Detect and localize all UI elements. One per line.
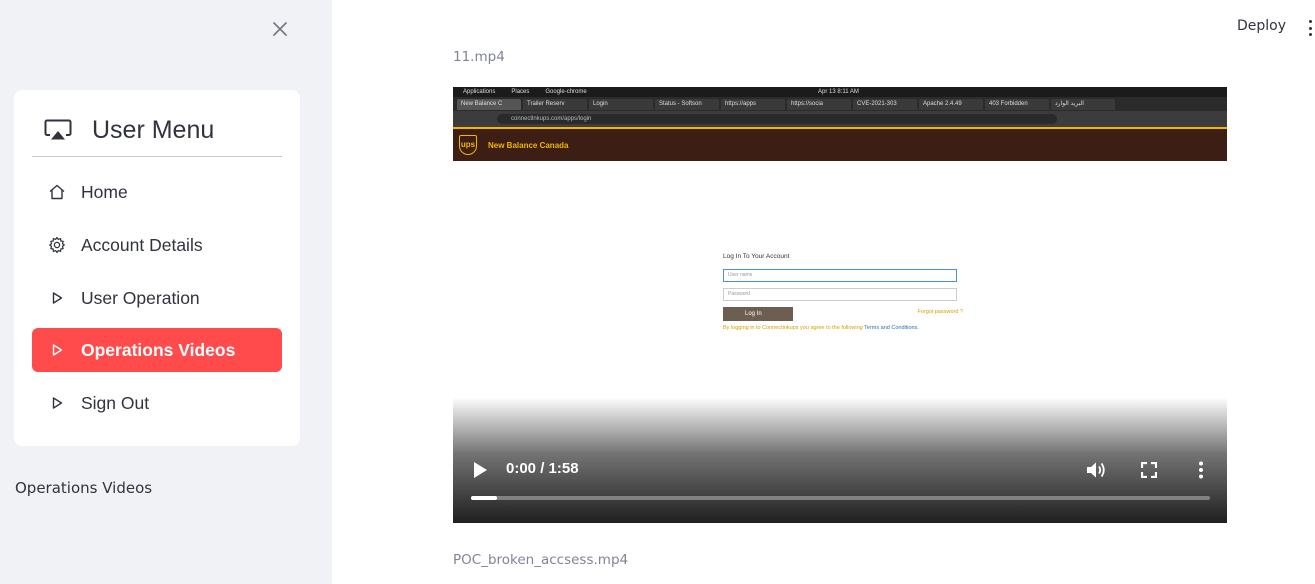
video-player[interactable]: Applications Places Google-chrome Apr 13… <box>453 87 1227 523</box>
ups-logo: ups <box>459 135 477 155</box>
os-app: Google-chrome <box>545 89 587 95</box>
video-login-button: Log In <box>723 307 793 321</box>
play-outline-icon <box>48 289 66 307</box>
play-outline-icon <box>48 394 66 412</box>
fullscreen-icon[interactable] <box>1137 458 1161 482</box>
sidebar-item-sign-out[interactable]: Sign Out <box>32 381 282 425</box>
video-forgot-link: Forgot password ? <box>917 309 963 315</box>
os-applications: Applications <box>463 89 496 95</box>
user-menu-header: User Menu <box>32 104 282 157</box>
deploy-button[interactable]: Deploy <box>1237 18 1286 34</box>
close-sidebar-icon[interactable] <box>270 19 290 39</box>
sidebar-item-label: Sign Out <box>81 392 150 413</box>
video-browser-tabs: New Balance C Trailer Reserv Login Statu… <box>453 97 1227 111</box>
video-terms-prefix: By logging in to Connectinkups you agree… <box>723 325 863 331</box>
os-clock: Apr 13 8:11 AM <box>818 89 859 95</box>
sidebar-item-label: Home <box>81 181 128 202</box>
browser-tab: New Balance C <box>457 98 521 110</box>
browser-tab: البريد الوارد <box>1051 98 1115 110</box>
video-address-field: connectlnkups.com/apps/login <box>497 114 1057 124</box>
browser-tab: CVE-2021-303 <box>853 98 917 110</box>
gear-icon <box>48 236 66 254</box>
video-terms-link: Terms and Conditions. <box>864 325 919 331</box>
sidebar-item-home[interactable]: Home <box>32 170 282 214</box>
video-filename: 11.mp4 <box>453 49 505 65</box>
video-progress-bar[interactable] <box>471 496 1210 500</box>
sidebar-item-label: User Operation <box>81 287 200 308</box>
sidebar-item-user-operation[interactable]: User Operation <box>32 276 282 320</box>
video-site-header: ups New Balance Canada <box>453 127 1227 161</box>
user-menu-card: User Menu Home Account Details User Oper… <box>14 90 300 446</box>
video-time-display: 0:00 / 1:58 <box>506 460 579 477</box>
video-login-title: Log In To Your Account <box>723 253 790 260</box>
user-menu-title: User Menu <box>92 115 215 144</box>
browser-tab: Trailer Reserv <box>523 98 587 110</box>
main-menu-icon[interactable] <box>1305 18 1315 38</box>
video-more-options-icon[interactable] <box>1189 458 1213 482</box>
video-os-bar: Applications Places Google-chrome Apr 13… <box>453 87 1227 97</box>
sidebar-item-operations-videos[interactable]: Operations Videos <box>32 328 282 372</box>
sidebar-item-account-details[interactable]: Account Details <box>32 223 282 267</box>
airplay-icon <box>44 118 72 142</box>
sidebar-caption: Operations Videos <box>15 479 153 497</box>
browser-tab: 403 Forbidden <box>985 98 1049 110</box>
browser-tab: https://socia <box>787 98 851 110</box>
browser-tab: Login <box>589 98 653 110</box>
play-outline-icon <box>48 341 66 359</box>
sidebar-item-label: Account Details <box>81 234 203 255</box>
browser-tab: Apache 2.4.49 <box>919 98 983 110</box>
browser-tab: https://apps <box>721 98 785 110</box>
video-site-title: New Balance Canada <box>488 141 569 150</box>
video-filename: POC_broken_accsess.mp4 <box>453 552 629 568</box>
sidebar: User Menu Home Account Details User Oper… <box>0 0 332 584</box>
video-login-form: Log In To Your Account User name Passwor… <box>723 253 963 331</box>
app-root: User Menu Home Account Details User Oper… <box>0 0 1315 584</box>
video-password-field: Password <box>723 288 957 301</box>
volume-icon[interactable] <box>1084 458 1108 482</box>
video-address-bar: connectlnkups.com/apps/login <box>453 111 1227 127</box>
video-terms-text: By logging in to Connectinkups you agree… <box>723 325 963 331</box>
video-progress-fill <box>471 496 497 500</box>
house-icon <box>48 183 66 201</box>
video-username-field: User name <box>723 269 957 282</box>
os-places: Places <box>511 89 530 95</box>
browser-tab: Status - Softson <box>655 98 719 110</box>
sidebar-item-label: Operations Videos <box>81 339 236 360</box>
play-icon[interactable] <box>469 459 491 481</box>
